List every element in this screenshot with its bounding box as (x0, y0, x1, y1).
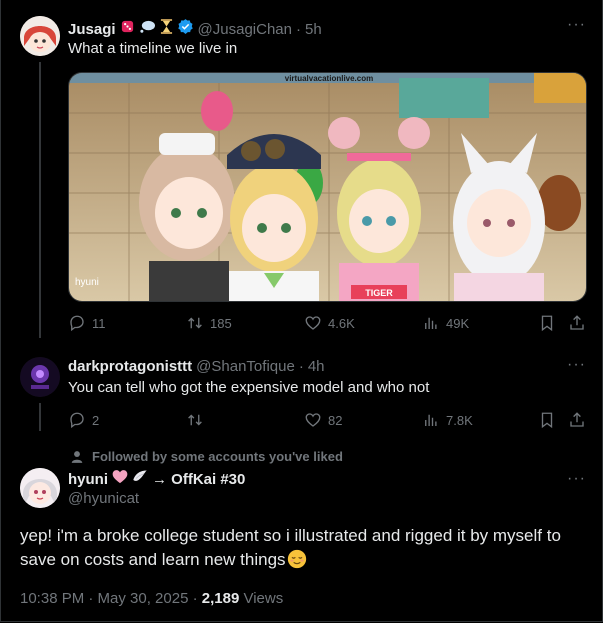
handle[interactable]: @hyunicat (68, 490, 139, 507)
retweet-count: 185 (210, 315, 232, 331)
separator-dot: · (295, 20, 301, 38)
social-context-text: Followed by some accounts you've liked (92, 449, 343, 464)
reply-count: 2 (92, 412, 100, 428)
timestamp[interactable]: 4h (308, 358, 325, 375)
heart-emoji-icon (112, 469, 128, 489)
retweet-icon (188, 414, 202, 426)
avatar-jusagi-art (20, 16, 60, 56)
handle[interactable]: @JusagiChan (198, 21, 292, 38)
view-count: 7.8K (446, 412, 473, 428)
reply-count: 11 (92, 315, 106, 331)
bookmark-button[interactable] (538, 314, 556, 332)
views-label: Views (243, 590, 284, 607)
more-options-button[interactable]: ··· (567, 16, 586, 34)
share-button[interactable] (568, 411, 586, 429)
views-icon (425, 414, 437, 426)
avatar-hyuni[interactable] (20, 468, 60, 508)
like-icon (305, 316, 321, 330)
verified-badge-icon (177, 18, 194, 40)
separator-dot: · (298, 358, 304, 375)
reply-button[interactable]: 2 (68, 411, 99, 429)
tweet-timestamp[interactable]: 10:38 PM · May 30, 2025 · (20, 590, 202, 607)
views-button[interactable]: 49K (422, 314, 469, 332)
social-context: Followed by some accounts you've liked (70, 449, 343, 464)
share-button[interactable] (568, 314, 586, 332)
bookmark-icon (541, 315, 553, 332)
tweet-text: You can tell who got the expensive model… (68, 379, 430, 396)
display-name-suffix[interactable]: → OffKai #30 (152, 471, 245, 488)
tweet-view-count: 2,189 (201, 590, 240, 607)
avatar-dark-art (20, 357, 60, 397)
image-corner-mark: hyuni (75, 277, 99, 288)
bookmark-icon (541, 412, 553, 429)
like-icon (305, 413, 321, 427)
handle[interactable]: @ShanTofique (196, 358, 295, 375)
retweet-icon (188, 317, 202, 329)
timestamp[interactable]: 5h (305, 21, 322, 38)
retweet-button[interactable] (186, 411, 210, 429)
reply-icon (70, 412, 84, 429)
bookmark-button[interactable] (538, 411, 556, 429)
avatar-jusagi[interactable] (20, 16, 60, 56)
image-watermark-url: virtualvacationlive.com (285, 74, 373, 83)
tweet-media-image[interactable]: TIGER virtualvacationlive.com hyuni (68, 72, 587, 302)
thread-line (39, 62, 41, 338)
more-options-button[interactable]: ··· (567, 356, 586, 374)
views-button[interactable]: 7.8K (422, 411, 473, 429)
display-name[interactable]: Jusagi (68, 21, 116, 38)
thought-bubble-emoji-icon (139, 19, 156, 39)
display-name[interactable]: darkprotagonisttt (68, 358, 192, 375)
retweet-button[interactable]: 185 (186, 314, 232, 332)
person-icon (71, 450, 83, 463)
share-icon (570, 412, 584, 427)
tweet-text: What a timeline we live in (68, 40, 238, 57)
hourglass-emoji-icon (160, 19, 173, 39)
views-icon (425, 317, 437, 329)
wings-emoji-icon (132, 469, 148, 489)
main-tweet-text-block: yep! i'm a broke college student so i il… (20, 524, 590, 576)
vtuber-models-illustration: TIGER virtualvacationlive.com hyuni (69, 73, 586, 301)
like-button[interactable]: 82 (304, 411, 342, 429)
like-count: 4.6K (328, 315, 355, 331)
tweet-metadata: 10:38 PM · May 30, 2025 · 2,189 Views (20, 590, 283, 607)
like-button[interactable]: 4.6K (304, 314, 355, 332)
view-count: 49K (446, 315, 470, 331)
sign-text: TIGER (365, 288, 393, 298)
reply-icon (70, 315, 84, 332)
share-icon (570, 315, 584, 330)
die-emoji-icon (120, 19, 135, 39)
more-options-button[interactable]: ··· (567, 470, 586, 488)
reply-button[interactable]: 11 (68, 314, 106, 332)
relieved-emoji-icon (287, 549, 307, 576)
avatar-hyuni-art (20, 468, 60, 508)
avatar-darkprotagonisttt[interactable] (20, 357, 60, 397)
like-count: 82 (328, 412, 343, 428)
thread-line-2 (39, 403, 41, 431)
display-name[interactable]: hyuni (68, 471, 108, 488)
